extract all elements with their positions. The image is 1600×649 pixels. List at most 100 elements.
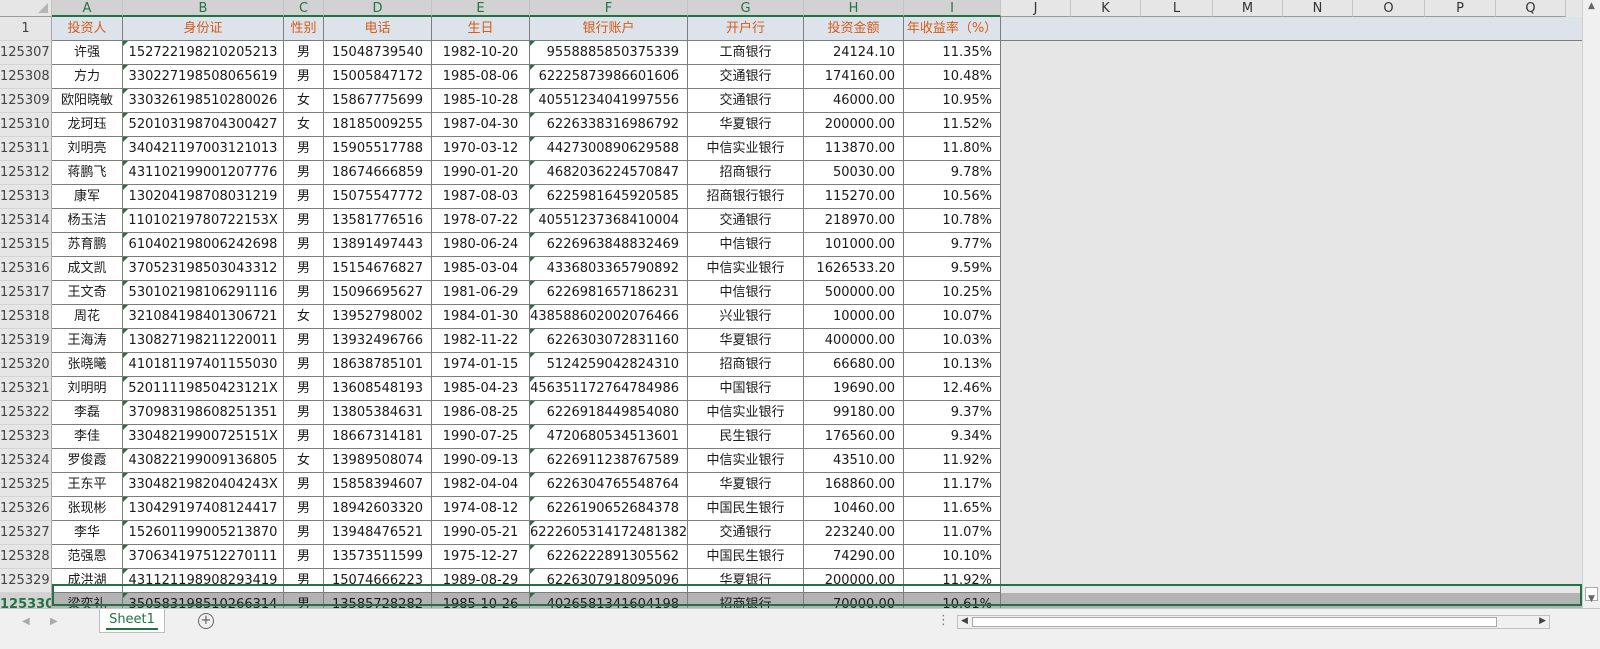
sheet-tab-sheet1[interactable]: Sheet1 [99,609,165,633]
row-number[interactable]: 125313 [0,185,52,209]
table-cell[interactable]: 1981-06-29 [432,281,530,305]
row-number[interactable]: 125329 [0,569,52,593]
column-header-d[interactable]: D [324,0,432,17]
table-cell[interactable]: 中国银行 [688,377,804,401]
table-cell[interactable]: 10.95% [904,89,1001,113]
table-cell[interactable]: 男 [284,233,324,257]
table-cell[interactable]: 33048219900725151X [123,425,284,449]
table-cell[interactable]: 6226911238767589 [530,449,688,473]
table-cell[interactable]: 40551234041997556 [530,89,688,113]
table-cell[interactable]: 1985-03-04 [432,257,530,281]
table-cell[interactable]: 410181197401155030 [123,353,284,377]
table-cell[interactable]: 男 [284,377,324,401]
table-cell[interactable]: 15154676827 [324,257,432,281]
empty-cells[interactable] [1001,353,1582,377]
table-cell[interactable]: 交通银行 [688,209,804,233]
table-cell[interactable]: 男 [284,161,324,185]
table-cell[interactable]: 18638785101 [324,353,432,377]
table-cell[interactable]: 13581776516 [324,209,432,233]
header-cell[interactable]: 电话 [324,17,432,41]
table-cell[interactable]: 223240.00 [804,521,904,545]
horizontal-scroll-thumb[interactable] [972,617,1497,627]
empty-cells[interactable] [1001,401,1582,425]
table-cell[interactable]: 99180.00 [804,401,904,425]
table-cell[interactable]: 18185009255 [324,113,432,137]
column-header-e[interactable]: E [432,0,530,17]
empty-cells[interactable] [1001,425,1582,449]
empty-cells[interactable] [1001,329,1582,353]
table-cell[interactable]: 4026581341604198 [530,593,688,608]
table-cell[interactable]: 9.34% [904,425,1001,449]
table-cell[interactable]: 4720680534513601 [530,425,688,449]
table-cell[interactable]: 66680.00 [804,353,904,377]
table-cell[interactable]: 男 [284,329,324,353]
table-cell[interactable]: 男 [284,41,324,65]
table-cell[interactable]: 张现彬 [52,497,123,521]
row-number[interactable]: 125315 [0,233,52,257]
empty-cells[interactable] [1001,281,1582,305]
table-cell[interactable]: 24124.10 [804,41,904,65]
table-cell[interactable]: 成洪湖 [52,569,123,593]
row-number[interactable]: 125327 [0,521,52,545]
table-cell[interactable]: 1987-08-03 [432,185,530,209]
table-cell[interactable]: 13989508074 [324,449,432,473]
table-cell[interactable]: 610402198006242698 [123,233,284,257]
row-number[interactable]: 125321 [0,377,52,401]
table-cell[interactable]: 男 [284,521,324,545]
table-cell[interactable]: 46000.00 [804,89,904,113]
table-cell[interactable]: 18942603320 [324,497,432,521]
table-cell[interactable]: 方力 [52,65,123,89]
table-cell[interactable]: 4427300890629588 [530,137,688,161]
table-cell[interactable]: 张晓曦 [52,353,123,377]
table-cell[interactable]: 520103198704300427 [123,113,284,137]
empty-cells[interactable] [1001,65,1582,89]
table-cell[interactable]: 174160.00 [804,65,904,89]
table-cell[interactable]: 4682036224570847 [530,161,688,185]
table-cell[interactable]: 13805384631 [324,401,432,425]
row-number[interactable]: 125309 [0,89,52,113]
table-cell[interactable]: 范强恩 [52,545,123,569]
table-cell[interactable]: 1990-01-20 [432,161,530,185]
row-number[interactable]: 125324 [0,449,52,473]
table-cell[interactable]: 13585728282 [324,593,432,608]
table-cell[interactable]: 350583198510266314 [123,593,284,608]
table-cell[interactable]: 9.77% [904,233,1001,257]
table-cell[interactable]: 10.61% [904,593,1001,608]
table-cell[interactable]: 周花 [52,305,123,329]
table-cell[interactable]: 500000.00 [804,281,904,305]
table-cell[interactable]: 15867775699 [324,89,432,113]
table-cell[interactable]: 218970.00 [804,209,904,233]
column-header-m[interactable]: M [1213,0,1283,17]
table-cell[interactable]: 11.17% [904,473,1001,497]
table-cell[interactable]: 男 [284,65,324,89]
table-cell[interactable]: 13891497443 [324,233,432,257]
table-cell[interactable]: 梁奕礼 [52,593,123,608]
table-cell[interactable]: 12.46% [904,377,1001,401]
column-header-q[interactable]: Q [1496,0,1566,17]
column-header-i[interactable]: I [904,0,1001,17]
empty-cells[interactable] [1001,377,1582,401]
table-cell[interactable]: 欧阳晓敏 [52,89,123,113]
column-header-l[interactable]: L [1141,0,1213,17]
empty-cells[interactable] [1001,89,1582,113]
table-cell[interactable]: 11.07% [904,521,1001,545]
table-cell[interactable]: 5124259042824310 [530,353,688,377]
empty-cells[interactable] [1001,521,1582,545]
table-cell[interactable]: 6222605314172481382 [530,521,688,545]
next-sheet-arrow-icon[interactable]: ▶ [50,616,58,627]
table-cell[interactable]: 10.56% [904,185,1001,209]
table-cell[interactable]: 370523198503043312 [123,257,284,281]
table-cell[interactable]: 200000.00 [804,113,904,137]
table-cell[interactable]: 1970-03-12 [432,137,530,161]
table-cell[interactable]: 1982-04-04 [432,473,530,497]
table-cell[interactable]: 6222587398660160б [530,65,688,89]
table-cell[interactable]: 18667314181 [324,425,432,449]
table-cell[interactable]: 15905517788 [324,137,432,161]
table-cell[interactable]: 兴业银行 [688,305,804,329]
table-cell[interactable]: 女 [284,89,324,113]
table-cell[interactable]: 华夏银行 [688,113,804,137]
table-cell[interactable]: 152722198210205213 [123,41,284,65]
table-cell[interactable]: 11.92% [904,569,1001,593]
table-cell[interactable]: 321084198401306721 [123,305,284,329]
table-cell[interactable]: 11010219780722153X [123,209,284,233]
